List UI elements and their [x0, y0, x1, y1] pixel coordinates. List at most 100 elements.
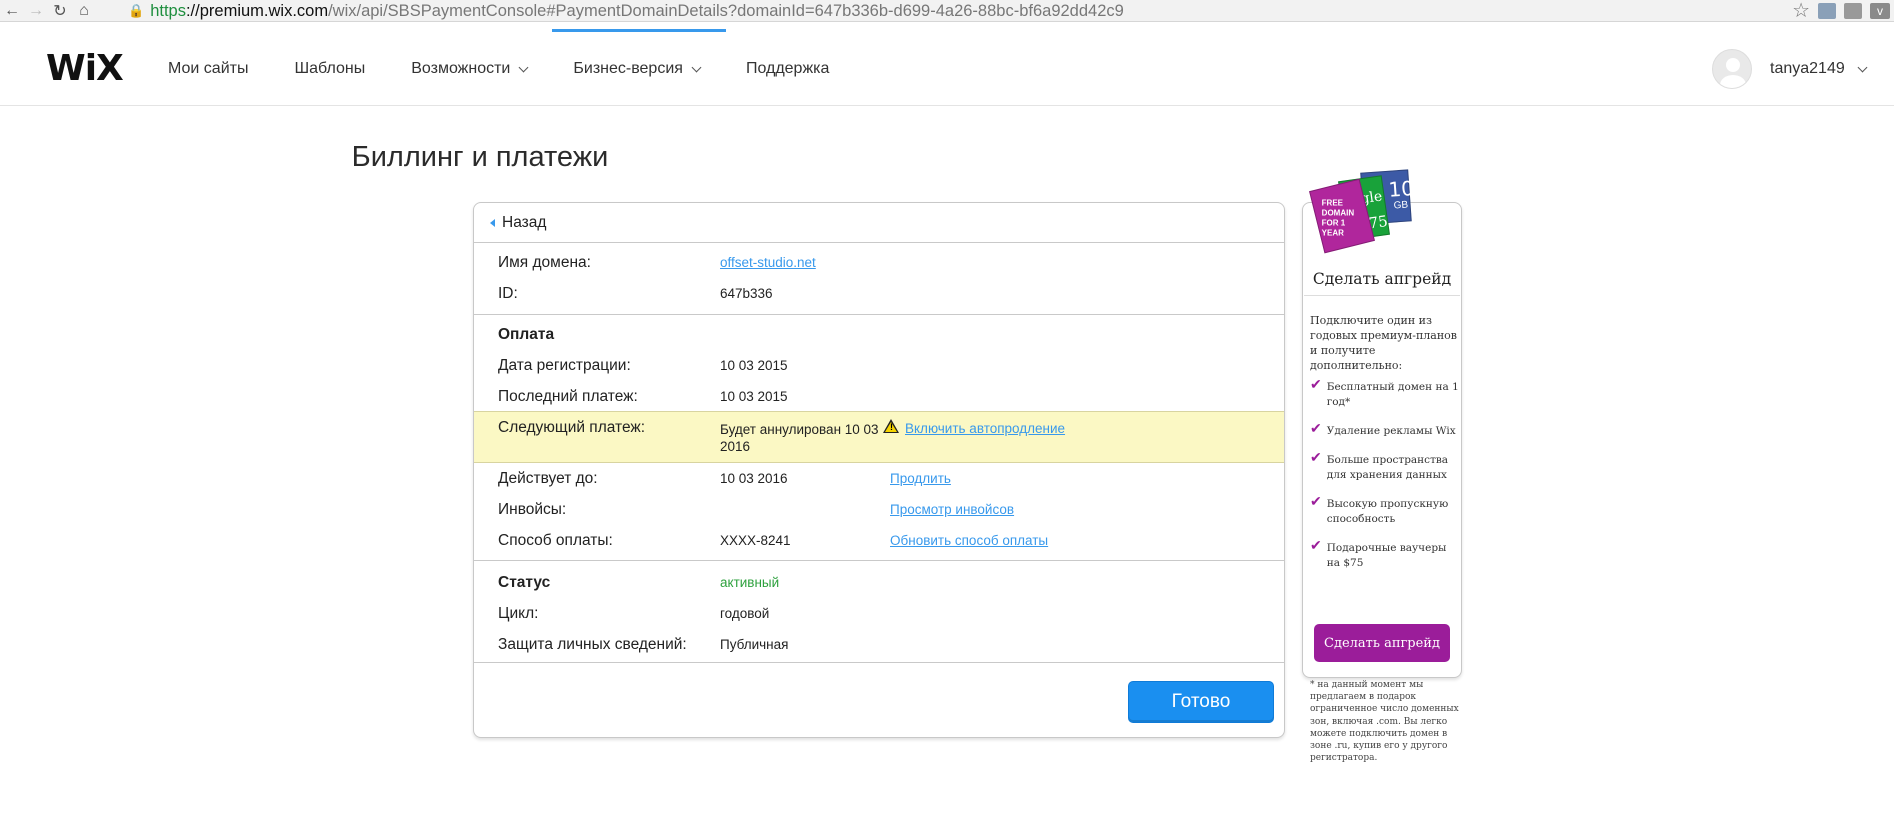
benefit-text: Больше пространства для хранения данных [1326, 454, 1449, 481]
extend-link[interactable]: Продлить [890, 463, 951, 486]
autorenew-link[interactable]: Включить автопродление [905, 419, 1065, 436]
back-label: Назад [502, 213, 547, 231]
benefits-list: ✔ Бесплатный домен на 1 год* ✔ Удаление ре… [1310, 377, 1460, 585]
next-payment-label: Следующий платеж: [498, 419, 646, 436]
menu-label: Шаблоны [294, 60, 366, 77]
checkmark-icon: ✔ [1310, 377, 1322, 393]
url-scheme: https [150, 1, 186, 20]
upgrade-intro: Подключите один из годовых премиум-плано… [1310, 314, 1457, 372]
benefit-item: ✔ Удаление рекламы Wix [1310, 421, 1460, 439]
valid-until-value: 10 03 2016 [720, 471, 788, 486]
cycle-value: годовой [720, 606, 770, 621]
menu-support[interactable]: Поддержка [746, 60, 829, 78]
chevron-down-icon [691, 62, 702, 72]
benefit-item: ✔ Высокую пропускную способность [1310, 495, 1460, 527]
next-payment-value-line2: 2016 [720, 439, 751, 454]
id-row: ID: 647b336 [474, 278, 1284, 309]
status-row: Статус активный [474, 567, 1284, 598]
free-domain-text: FREE DOMAIN FOR 1 YEAR [1321, 198, 1355, 238]
benefit-text: Удаление рекламы Wix [1326, 425, 1456, 437]
next-payment-row: Следующий платеж: Будет аннулирован 10 0… [474, 411, 1284, 463]
wix-logo[interactable]: WiX [46, 48, 124, 89]
privacy-value: Публичная [720, 637, 789, 652]
menu-label: Возможности [411, 60, 511, 77]
domain-row: Имя домена: offset-studio.net [474, 247, 1284, 278]
payment-heading-row: Оплата [474, 319, 1284, 350]
benefit-item: ✔ Больше пространства для хранения данных [1310, 450, 1460, 483]
payment-method-row: Способ оплаты: XXXX-8241 Обновить способ… [474, 525, 1284, 556]
forward-arrow-icon[interactable]: → [24, 0, 48, 22]
menu-label: Поддержка [745, 60, 830, 77]
benefit-item: ✔ Бесплатный домен на 1 год* [1310, 377, 1460, 410]
user-menu[interactable]: tanya2149 [1712, 49, 1868, 89]
lock-icon: 🔒 [128, 3, 145, 18]
home-icon[interactable]: ⌂ [72, 0, 96, 22]
page-title-text: Биллинг и платежи [351, 141, 609, 173]
payment-heading: Оплата [498, 326, 555, 343]
back-triangle-icon [490, 218, 495, 227]
valid-until-label: Действует до: [498, 470, 598, 487]
update-payment-link[interactable]: Обновить способ оплаты [890, 525, 1048, 548]
invoices-row: Инвойсы: Просмотр инвойсов [474, 494, 1284, 525]
benefit-text: Бесплатный домен на 1 год* [1326, 381, 1459, 408]
upgrade-button[interactable]: Сделать апгрейд [1314, 624, 1450, 662]
menu-templates[interactable]: Шаблоны [294, 60, 365, 78]
payment-method-label: Способ оплаты: [498, 532, 613, 549]
upgrade-badges: 10 GB oogle $75 FREE DOMAIN FOR 1 YEAR [1309, 166, 1452, 254]
domain-section: Имя домена: offset-studio.net ID: 647b33… [474, 243, 1284, 315]
domain-details-card: Назад Имя домена: offset-studio.net ID: … [473, 202, 1285, 738]
divider [1304, 295, 1460, 296]
extension-v-icon[interactable]: v [1870, 3, 1890, 19]
cycle-row: Цикл: годовой [474, 598, 1284, 629]
storage-unit: GB [1393, 199, 1409, 212]
page-title: Биллинг и платежи [0, 141, 1894, 174]
storage-number: 10 [1387, 176, 1415, 202]
reg-date-value: 10 03 2015 [720, 358, 788, 373]
chevron-down-icon[interactable] [1857, 62, 1868, 72]
last-payment-label: Последний платеж: [498, 388, 638, 405]
reload-icon[interactable]: ↻ [48, 0, 72, 22]
invoices-label: Инвойсы: [498, 501, 567, 518]
menu-my-sites[interactable]: Мои сайты [168, 60, 248, 78]
warning-icon: ! [883, 419, 899, 433]
upgrade-title: Сделать апгрейд [1312, 270, 1452, 288]
id-label: ID: [498, 285, 518, 302]
back-link[interactable]: Назад [474, 203, 1284, 243]
billing-section: Действует до: 10 03 2016 Продлить Инвойс… [474, 463, 1284, 561]
upgrade-footnote: * на данный момент мы предлагаем в подар… [1310, 680, 1459, 764]
payment-method-value: XXXX-8241 [720, 533, 791, 548]
url-host: ://premium.wix.com [185, 1, 329, 20]
username[interactable]: tanya2149 [1770, 60, 1845, 78]
chevron-down-icon [518, 62, 529, 72]
benefit-text: Подарочные ваучеры на $75 [1326, 542, 1447, 569]
back-arrow-icon[interactable]: ← [0, 0, 24, 22]
bookmark-star-icon[interactable]: ☆ [1792, 0, 1810, 22]
last-payment-value: 10 03 2015 [720, 389, 788, 404]
payment-section: Оплата Дата регистрации: 10 03 2015 Посл… [474, 315, 1284, 411]
menu-business[interactable]: Бизнес-версия [573, 60, 702, 78]
address-bar[interactable]: 🔒 https://premium.wix.com/wix/api/SBSPay… [128, 0, 1124, 22]
extension-icon[interactable] [1818, 3, 1836, 19]
done-button[interactable]: Готово [1128, 681, 1274, 723]
menu-features[interactable]: Возможности [411, 60, 529, 78]
avatar[interactable] [1712, 49, 1752, 89]
extension-icon[interactable] [1844, 3, 1862, 19]
browser-actions: ☆ v [1792, 0, 1894, 22]
reg-date-row: Дата регистрации: 10 03 2015 [474, 350, 1284, 381]
checkmark-icon: ✔ [1310, 421, 1322, 437]
autorenew-warning: ! Включить автопродление [883, 412, 1065, 462]
benefit-text: Высокую пропускную способность [1326, 498, 1449, 525]
next-payment-value-line1: Будет аннулирован 10 03 [720, 422, 879, 437]
reg-date-label: Дата регистрации: [498, 357, 631, 374]
checkmark-icon: ✔ [1310, 538, 1322, 554]
valid-until-row: Действует до: 10 03 2016 Продлить [474, 463, 1284, 494]
view-invoices-link[interactable]: Просмотр инвойсов [890, 494, 1014, 517]
checkmark-icon: ✔ [1310, 450, 1322, 466]
menu-label: Мои сайты [168, 60, 249, 77]
menu-label: Бизнес-версия [573, 60, 683, 77]
status-badge: активный [720, 575, 780, 590]
privacy-label: Защита личных сведений: [498, 636, 687, 653]
domain-link[interactable]: offset-studio.net [720, 247, 890, 270]
id-value: 647b336 [720, 286, 773, 301]
status-heading: Статус [498, 574, 551, 591]
